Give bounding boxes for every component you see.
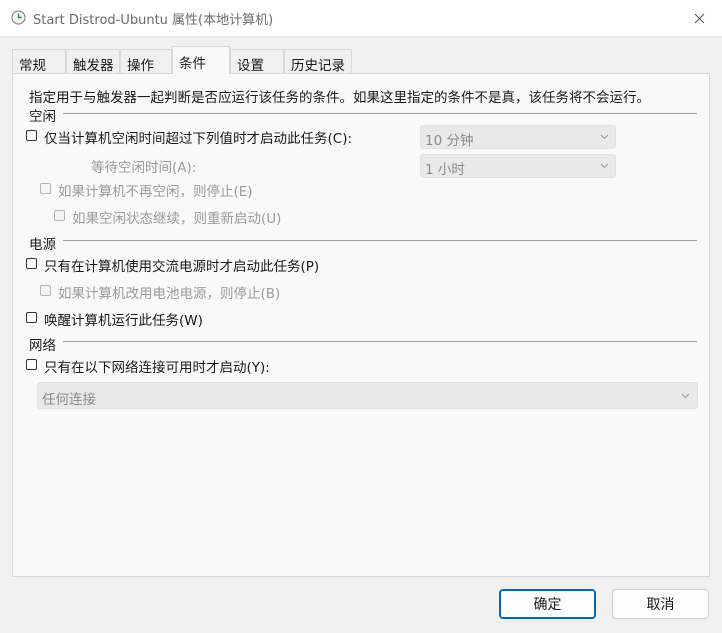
idle-duration-value: 10 分钟 bbox=[425, 133, 474, 149]
tab-general[interactable]: 常规 bbox=[12, 49, 66, 74]
restart-if-idle-checkbox[interactable] bbox=[54, 210, 65, 221]
conditions-panel: 指定用于与触发器一起判断是否应运行该任务的条件。如果这里指定的条件不是真，该任务… bbox=[12, 73, 710, 577]
description-text: 指定用于与触发器一起判断是否应运行该任务的条件。如果这里指定的条件不是真，该任务… bbox=[29, 90, 650, 106]
task-scheduler-clock-icon bbox=[11, 10, 26, 25]
cancel-button[interactable]: 取消 bbox=[612, 589, 709, 619]
ac-power-only-checkbox[interactable] bbox=[26, 258, 37, 269]
window-title: Start Distrod-Ubuntu 属性(本地计算机) bbox=[33, 13, 274, 28]
tab-settings[interactable]: 设置 bbox=[230, 49, 284, 74]
chevron-down-icon bbox=[600, 134, 609, 140]
power-divider bbox=[63, 240, 697, 241]
wait-duration-combo[interactable]: 1 小时 bbox=[420, 154, 616, 178]
power-section-label: 电源 bbox=[29, 237, 56, 253]
wake-to-run-label[interactable]: 唤醒计算机运行此任务(W) bbox=[44, 309, 203, 329]
network-connection-combo[interactable]: 任何连接 bbox=[37, 382, 698, 409]
ac-power-only-label[interactable]: 只有在计算机使用交流电源时才启动此任务(P) bbox=[44, 255, 319, 275]
tab-history[interactable]: 历史记录 bbox=[284, 49, 352, 74]
tab-actions[interactable]: 操作 bbox=[120, 49, 172, 74]
idle-section-label: 空闲 bbox=[29, 109, 56, 125]
idle-duration-combo[interactable]: 10 分钟 bbox=[420, 125, 616, 149]
idle-divider bbox=[63, 113, 697, 114]
tab-conditions[interactable]: 条件 bbox=[172, 46, 230, 74]
restart-if-idle-label[interactable]: 如果空闲状态继续，则重新启动(U) bbox=[72, 207, 281, 227]
stop-on-battery-checkbox[interactable] bbox=[40, 285, 51, 296]
wait-duration-value: 1 小时 bbox=[425, 162, 465, 178]
network-section-label: 网络 bbox=[29, 338, 56, 354]
wait-idle-label: 等待空闲时间(A): bbox=[91, 160, 197, 176]
chevron-down-icon bbox=[681, 393, 690, 399]
network-only-checkbox[interactable] bbox=[26, 359, 37, 370]
title-bar: Start Distrod-Ubuntu 属性(本地计算机) bbox=[0, 0, 722, 37]
network-connection-value: 任何连接 bbox=[42, 392, 96, 408]
tab-strip: 常规 触发器 操作 条件 设置 历史记录 bbox=[12, 46, 710, 74]
chevron-down-icon bbox=[600, 163, 609, 169]
close-icon bbox=[694, 13, 704, 23]
wake-to-run-checkbox[interactable] bbox=[26, 312, 37, 323]
network-divider bbox=[63, 341, 697, 342]
close-button[interactable] bbox=[676, 0, 722, 36]
stop-on-battery-label[interactable]: 如果计算机改用电池电源，则停止(B) bbox=[58, 282, 280, 302]
network-only-label[interactable]: 只有在以下网络连接可用时才启动(Y): bbox=[44, 356, 270, 376]
stop-if-not-idle-label[interactable]: 如果计算机不再空闲，则停止(E) bbox=[58, 180, 253, 200]
ok-button[interactable]: 确定 bbox=[499, 589, 596, 619]
start-if-idle-label[interactable]: 仅当计算机空闲时间超过下列值时才启动此任务(C): bbox=[44, 127, 352, 147]
tab-triggers[interactable]: 触发器 bbox=[66, 49, 120, 74]
stop-if-not-idle-checkbox[interactable] bbox=[40, 183, 51, 194]
start-if-idle-checkbox[interactable] bbox=[26, 130, 37, 141]
